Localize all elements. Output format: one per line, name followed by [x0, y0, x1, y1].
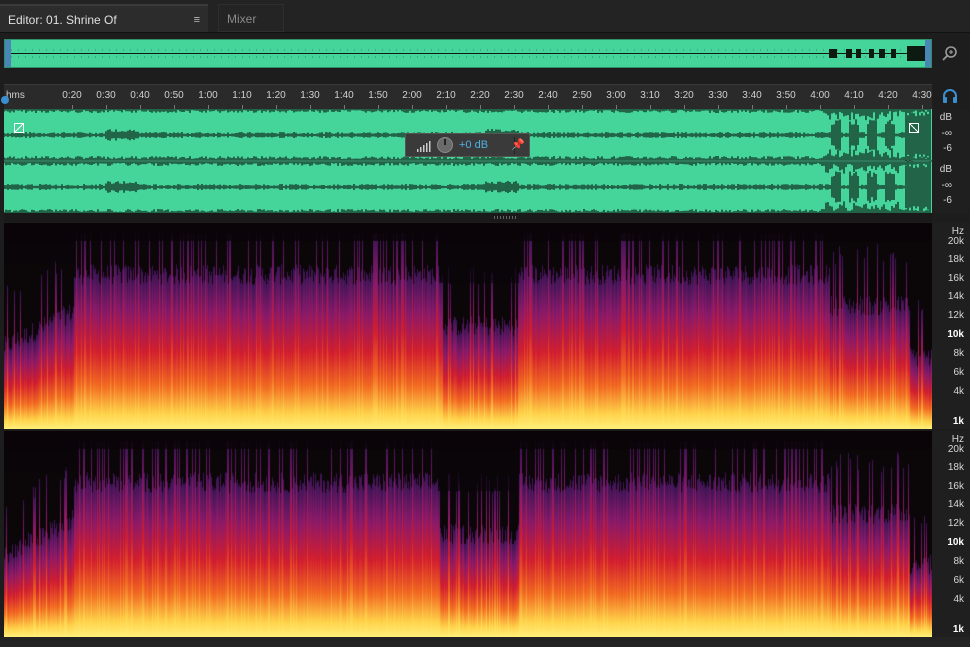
tab-bar: Editor: 01. Shrine Of Immolation.mp3 ≡ M… [0, 0, 970, 55]
frequency-label: 16k [947, 273, 964, 284]
frequency-label: 20k [947, 236, 964, 247]
ruler-tick-label: 2:40 [538, 90, 558, 101]
frequency-label: 12k [947, 518, 964, 529]
ruler-tick-label: 3:30 [708, 90, 728, 101]
frequency-label: 18k [947, 254, 964, 265]
db-unit-label: dB [939, 164, 952, 175]
ruler-tick-label: 0:30 [96, 90, 116, 101]
frequency-label: 12k [947, 310, 964, 321]
fade-out-handle[interactable] [909, 123, 919, 133]
overview-waveform[interactable] [4, 39, 932, 68]
gain-hud[interactable]: +0 dB 📌 [405, 133, 530, 157]
frequency-ruler-right: Hz 20k 18k 16k 14k 12k 10k 8k 6k 4k 1k [932, 431, 970, 637]
ruler-tick-label: 2:00 [402, 90, 422, 101]
frequency-label: 20k [947, 444, 964, 455]
frequency-label: 6k [953, 367, 964, 378]
amplitude-ruler: dB -∞ -6 dB -∞ -6 [932, 109, 970, 213]
ruler-tick-label: 2:30 [504, 90, 524, 101]
ruler-tick-label: 3:40 [742, 90, 762, 101]
ruler-tick-label: 0:50 [164, 90, 184, 101]
ruler-tick-label: 0:40 [130, 90, 150, 101]
frequency-label: 10k [947, 329, 964, 340]
db-minus6-label: -6 [943, 195, 952, 206]
ruler-tick-label: 4:30 [912, 90, 932, 101]
pin-icon[interactable]: 📌 [511, 138, 525, 151]
ruler-tick-label: 3:50 [776, 90, 796, 101]
frequency-label: 14k [947, 499, 964, 510]
ruler-tick-label: 3:10 [640, 90, 660, 101]
frequency-label: 16k [947, 481, 964, 492]
frequency-label: 10k [947, 537, 964, 548]
ruler-tick-label: 3:20 [674, 90, 694, 101]
level-bars-icon [417, 141, 431, 152]
overview-wave [11, 46, 927, 61]
ruler-tick-label: 1:20 [266, 90, 286, 101]
frequency-label: 4k [953, 386, 964, 397]
ruler-tick-label: 1:00 [198, 90, 218, 101]
fade-in-handle[interactable] [14, 123, 24, 133]
zoom-icon[interactable] [940, 44, 960, 64]
ruler-tick-label: 4:10 [844, 90, 864, 101]
volume-knob-icon[interactable] [437, 137, 453, 153]
spectral-display-right[interactable] [4, 431, 932, 637]
bottom-bar [0, 637, 970, 647]
frequency-label: 8k [953, 348, 964, 359]
ruler-tick-label: 1:30 [300, 90, 320, 101]
frequency-ruler-left: Hz 20k 18k 16k 14k 12k 10k 8k 6k 4k 1k [932, 223, 970, 429]
ruler-tick-label: 4:20 [878, 90, 898, 101]
ruler-tick-label: 1:50 [368, 90, 388, 101]
spectral-display-left[interactable] [4, 223, 932, 429]
ruler-tick-label: 1:10 [232, 90, 252, 101]
ruler-tick-label: 2:20 [470, 90, 490, 101]
ruler-tick-label: 4:00 [810, 90, 830, 101]
db-inf-label: -∞ [941, 180, 952, 191]
ruler-tick-label: 2:10 [436, 90, 456, 101]
ruler-tick-label: 0:20 [62, 90, 82, 101]
time-ruler[interactable]: hms 0:20 0:30 0:40 0:50 1:00 1:10 1:20 1:30 1:40… [4, 84, 932, 109]
gain-value[interactable]: +0 dB [459, 139, 488, 151]
tab-mixer-label: Mixer [227, 12, 257, 26]
frequency-label: 18k [947, 462, 964, 473]
tab-mixer[interactable]: Mixer [218, 4, 284, 32]
frequency-label: 1k [952, 624, 964, 635]
headphones-icon[interactable] [942, 89, 958, 103]
frequency-label: 14k [947, 291, 964, 302]
frequency-label: 6k [953, 575, 964, 586]
waveform-display[interactable] [4, 109, 932, 213]
overview-right-handle[interactable] [925, 40, 931, 67]
db-inf-label: -∞ [941, 128, 952, 139]
ruler-tick-label: 2:50 [572, 90, 592, 101]
ruler-tick-label: 1:40 [334, 90, 354, 101]
panel-splitter[interactable] [4, 213, 932, 222]
playhead-handle[interactable] [1, 96, 9, 104]
frequency-label: 8k [953, 556, 964, 567]
splitter-grip-icon[interactable] [494, 216, 518, 219]
db-unit-label: dB [939, 112, 952, 123]
frequency-label: 1k [952, 416, 964, 427]
frequency-label: 4k [953, 594, 964, 605]
db-minus6-label: -6 [943, 143, 952, 154]
ruler-tick-label: 3:00 [606, 90, 626, 101]
tab-editor[interactable]: Editor: 01. Shrine Of Immolation.mp3 ≡ [0, 4, 208, 55]
tab-menu-icon[interactable]: ≡ [194, 6, 200, 34]
